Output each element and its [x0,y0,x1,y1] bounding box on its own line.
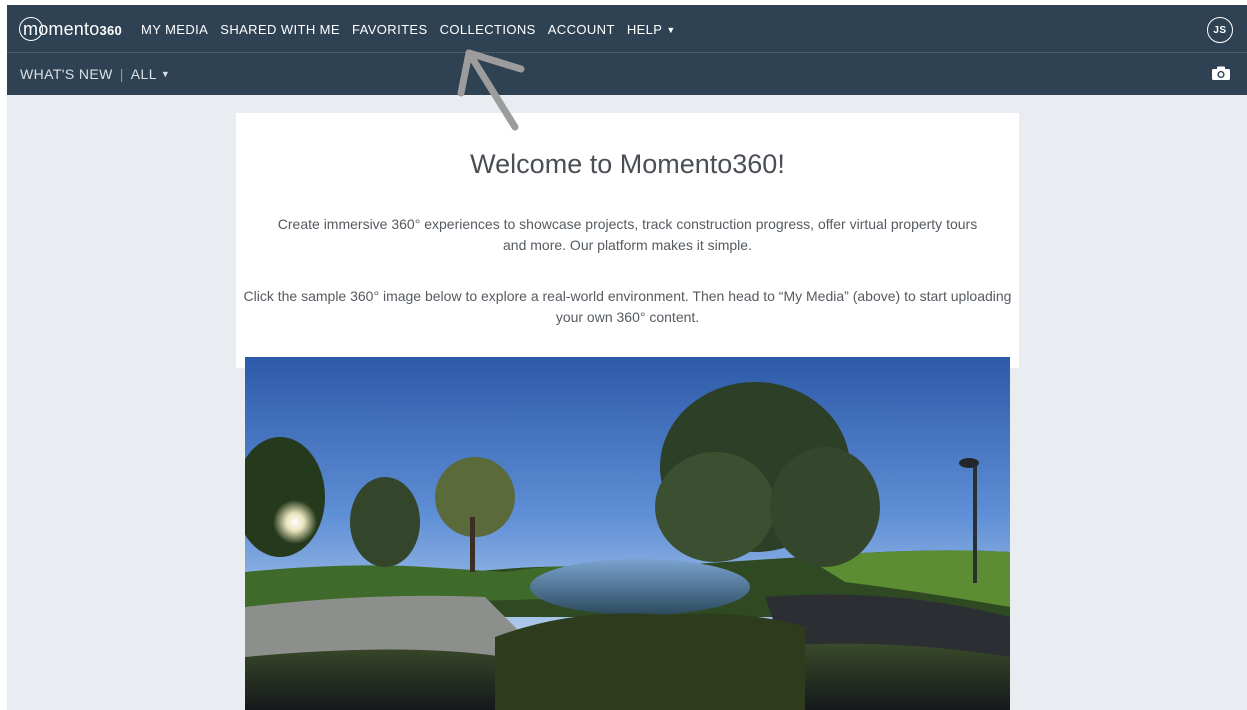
main-nav: MY MEDIA SHARED WITH ME FAVORITES COLLEC… [141,22,676,37]
sample-360-image[interactable] [245,357,1010,710]
caret-down-icon: ▼ [666,25,676,35]
welcome-card: Welcome to Momento360! Create immersive … [236,113,1019,368]
nav-help-label: HELP [626,22,663,37]
welcome-instructions-text: Click the sample 360° image below to exp… [243,288,1012,325]
nav-account[interactable]: ACCOUNT [548,22,615,37]
user-avatar[interactable]: JS [1207,17,1233,43]
nav-my-media[interactable]: MY MEDIA [141,22,208,37]
secondary-bar: WHAT'S NEW | ALL ▼ [7,53,1247,95]
welcome-title: Welcome to Momento360! [470,149,785,179]
welcome-intro-text: Create immersive 360° experiences to sho… [277,216,978,253]
app-frame: momento360 MY MEDIA SHARED WITH ME FAVOR… [7,5,1247,710]
filter-all-label[interactable]: ALL [131,66,157,82]
caret-down-icon[interactable]: ▼ [161,69,170,79]
nav-favorites[interactable]: FAVORITES [352,22,428,37]
nav-help[interactable]: HELP ▼ [627,22,676,37]
logo-wordmark: momento360 [23,18,123,39]
whats-new-label: WHAT'S NEW [20,66,113,82]
whats-new-filter[interactable]: WHAT'S NEW | ALL ▼ [20,66,170,82]
momento360-logo[interactable]: momento360 [19,16,122,42]
nav-shared-with-me[interactable]: SHARED WITH ME [220,22,340,37]
filter-divider: | [119,66,124,82]
camera-icon[interactable] [1212,66,1230,80]
top-navbar: momento360 MY MEDIA SHARED WITH ME FAVOR… [7,5,1247,53]
nav-collections[interactable]: COLLECTIONS [440,22,536,37]
